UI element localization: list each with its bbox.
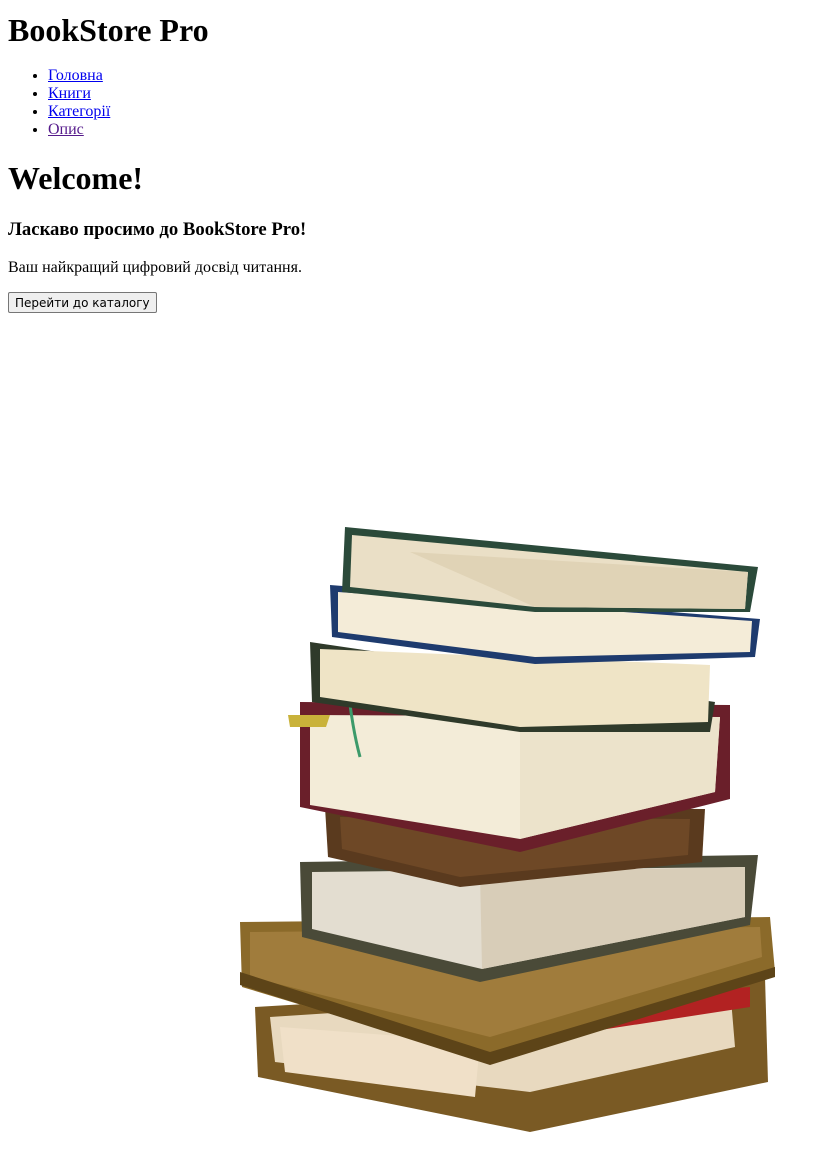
- main-nav: Головна Книги Категорії Опис: [8, 67, 817, 139]
- nav-link-description[interactable]: Опис: [48, 121, 84, 138]
- bookmark-ribbon: [288, 715, 330, 727]
- nav-link-home[interactable]: Головна: [48, 67, 103, 84]
- nav-item-description: Опис: [48, 121, 817, 139]
- nav-link-categories[interactable]: Категорії: [48, 103, 110, 120]
- nav-item-categories: Категорії: [48, 103, 817, 121]
- welcome-tagline: Ласкаво просимо до BookStore Pro!: [8, 219, 307, 240]
- nav-link-books[interactable]: Книги: [48, 85, 91, 102]
- site-title: BookStore Pro: [8, 12, 209, 48]
- nav-item-books: Книги: [48, 85, 817, 103]
- welcome-description: Ваш найкращий цифровий досвід читання.: [8, 259, 302, 276]
- welcome-heading: Welcome!: [8, 160, 144, 196]
- go-to-catalog-button[interactable]: Перейти до каталогу: [8, 292, 157, 313]
- page: BookStore Pro Головна Книги Категорії Оп…: [0, 12, 825, 313]
- stack-of-books-image: [240, 527, 775, 1132]
- nav-item-home: Головна: [48, 67, 817, 85]
